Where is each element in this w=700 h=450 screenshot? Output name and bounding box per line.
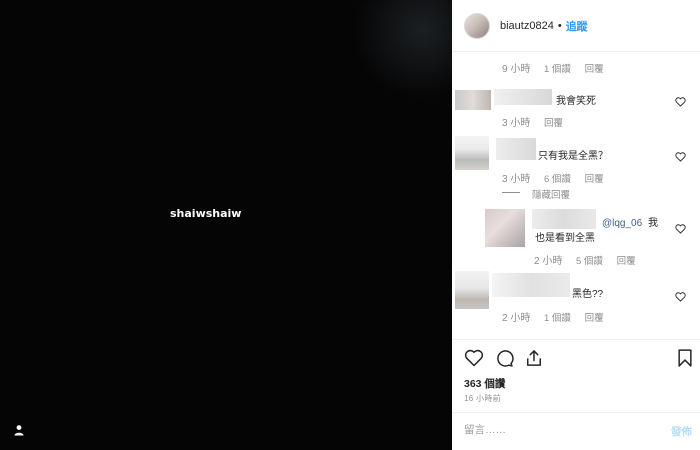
comment-meta: 9 小時 1 個讚 回覆 <box>502 60 615 75</box>
media-tag[interactable]: shaiwshaiw <box>170 207 241 220</box>
blurred-username <box>494 89 552 105</box>
comment-mention[interactable]: @lqg_06 <box>602 218 642 229</box>
comment-likes[interactable]: 5 個讚 <box>576 256 603 267</box>
blurred-username <box>496 138 536 160</box>
comment-time: 3 小時 <box>502 174 531 185</box>
comment-text-line1: @lqg_06 我 <box>602 214 658 229</box>
bookmark-icon[interactable] <box>675 348 695 368</box>
heart-icon[interactable] <box>675 97 686 107</box>
follow-button[interactable]: 追蹤 <box>566 18 588 34</box>
comment-text: 我會笑死 <box>556 96 596 107</box>
comment-icon[interactable] <box>494 348 514 368</box>
hide-replies-button[interactable]: 隱藏回覆 <box>532 187 570 201</box>
blurred-username <box>532 209 596 229</box>
heart-icon[interactable] <box>675 292 686 302</box>
blurred-avatar <box>455 90 491 110</box>
post-timestamp[interactable]: 16 小時前 <box>464 393 501 404</box>
avatar[interactable] <box>464 12 490 39</box>
post-header: biautz0824 • 追蹤 <box>452 0 700 52</box>
comment-meta: 2 小時 1 個讚 回覆 <box>502 309 615 324</box>
post-media[interactable]: shaiwshaiw <box>0 0 452 450</box>
heart-icon[interactable] <box>675 152 686 162</box>
comment-input[interactable] <box>464 424 644 436</box>
comment-time: 3 小時 <box>502 118 531 129</box>
comment-reply[interactable]: 回覆 <box>544 118 563 129</box>
comment-reply[interactable]: 回覆 <box>585 313 604 324</box>
likes-count[interactable]: 363 個讚 <box>464 376 505 391</box>
user-tag-icon[interactable] <box>13 424 25 436</box>
comment-time: 9 小時 <box>502 64 531 75</box>
blurred-username <box>492 273 570 297</box>
post-comment-button[interactable]: 發佈 <box>671 424 692 439</box>
comment-reply[interactable]: 回覆 <box>585 174 604 185</box>
heart-icon[interactable] <box>464 348 484 368</box>
comment-meta: 3 小時 6 個讚 回覆 <box>502 170 615 185</box>
post-actions: 363 個讚 16 小時前 發佈 <box>452 339 700 449</box>
blurred-avatar <box>455 136 489 170</box>
comments-list[interactable]: 9 小時 1 個讚 回覆 我會笑死 3 小時 回覆 只有我是全黑？ 3 小時 6… <box>452 53 700 338</box>
share-icon[interactable] <box>524 348 544 368</box>
blurred-avatar <box>455 271 489 309</box>
comment-reply[interactable]: 回覆 <box>585 64 604 75</box>
comment-time: 2 小時 <box>534 256 563 267</box>
comment-meta: 2 小時 5 個讚 回覆 <box>534 252 647 267</box>
post-panel: biautz0824 • 追蹤 9 小時 1 個讚 回覆 我會笑死 3 小時 回… <box>452 0 700 450</box>
comment-likes[interactable]: 1 個讚 <box>544 313 571 324</box>
header-username[interactable]: biautz0824 <box>500 20 554 32</box>
comment-reply[interactable]: 回覆 <box>617 256 636 267</box>
comment-likes[interactable]: 6 個讚 <box>544 174 571 185</box>
separator-dot: • <box>557 19 562 32</box>
blurred-avatar <box>485 209 525 247</box>
heart-icon[interactable] <box>675 224 686 234</box>
comment-time: 2 小時 <box>502 313 531 324</box>
add-comment-section: 發佈 <box>452 412 700 450</box>
comment-text-line2: 也是看到全黑 <box>535 233 595 244</box>
comment-text-tail: 我 <box>647 218 658 229</box>
comment-text: 只有我是全黑？ <box>538 151 608 162</box>
media-glow <box>352 0 452 100</box>
comment-text: 黑色?? <box>572 289 604 300</box>
comment-likes[interactable]: 1 個讚 <box>544 64 571 75</box>
hide-replies-line <box>502 192 520 193</box>
comment-meta: 3 小時 回覆 <box>502 114 574 129</box>
